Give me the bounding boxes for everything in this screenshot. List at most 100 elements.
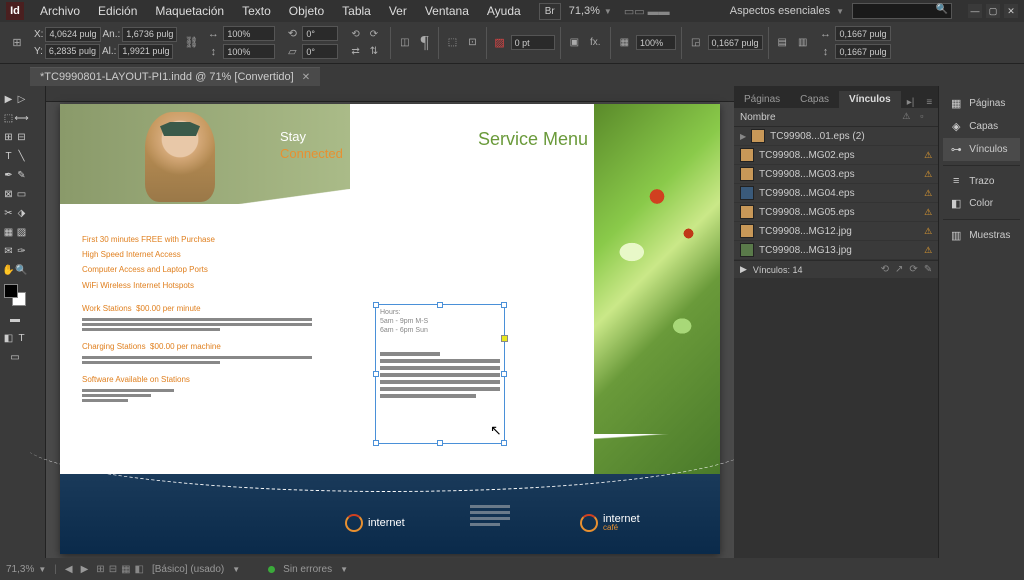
resize-handle[interactable] — [501, 302, 507, 308]
y-position-field[interactable]: 6,2835 pulg — [45, 44, 100, 59]
text-thread-anchor[interactable] — [501, 335, 508, 342]
bridge-button[interactable]: Br — [539, 3, 561, 20]
service-menu-title[interactable]: Service Menu — [478, 129, 588, 150]
gap-w-field[interactable]: 0,1667 pulg — [835, 26, 890, 41]
panel-menu-button[interactable]: ≡ — [920, 97, 938, 108]
close-icon[interactable]: ✕ — [302, 72, 310, 83]
horizontal-ruler[interactable] — [46, 86, 734, 102]
shear-field[interactable]: 0° — [302, 44, 338, 59]
align-button[interactable]: ▤ — [774, 35, 791, 50]
format-text-button[interactable]: T — [15, 329, 28, 348]
expand-icon[interactable]: ▶ — [740, 264, 747, 275]
arrange-button[interactable]: ▣ — [566, 35, 583, 50]
rail-color[interactable]: ◧Color — [943, 192, 1020, 215]
link-item[interactable]: TC99908...MG02.eps⚠ — [734, 146, 938, 165]
link-item[interactable]: TC99908...MG13.jpg⚠ — [734, 241, 938, 260]
rotate-cw-button[interactable]: ⟳ — [366, 27, 382, 42]
line-tool[interactable]: ╲ — [15, 147, 28, 166]
tab-capas[interactable]: Capas — [790, 91, 839, 108]
reference-point-icon[interactable]: ⊞ — [9, 35, 25, 51]
salad-photo[interactable] — [594, 104, 720, 474]
menu-ayuda[interactable]: Ayuda — [479, 2, 529, 20]
logo-internet-left[interactable]: internet — [345, 514, 405, 532]
height-field[interactable]: 1,9921 pulg — [118, 44, 173, 59]
apply-color-button[interactable]: ▬ — [2, 310, 28, 329]
effects-button[interactable]: fx. — [586, 35, 605, 50]
flip-v-button[interactable]: ⇅ — [366, 44, 382, 59]
paragraph-icon[interactable]: ¶ — [417, 30, 433, 55]
document-page[interactable]: StayConnected First 30 minutes FREE with… — [60, 104, 720, 554]
scissors-tool[interactable]: ✂ — [2, 204, 15, 223]
search-input[interactable]: 🔍 — [852, 3, 952, 19]
x-position-field[interactable]: 4,0624 pulg — [45, 27, 100, 42]
link-item[interactable]: TC99908...MG04.eps⚠ — [734, 184, 938, 203]
stroke-none-icon[interactable]: ▨ — [492, 35, 508, 51]
selection-tool[interactable]: ▶ — [2, 90, 15, 109]
page-nav-prev[interactable]: ◀ — [65, 564, 73, 575]
menu-edicion[interactable]: Edición — [90, 2, 145, 20]
select-content-button[interactable]: ⊡ — [464, 35, 480, 50]
resize-handle[interactable] — [437, 302, 443, 308]
maximize-button[interactable]: ▢ — [986, 4, 1000, 18]
resize-handle[interactable] — [437, 440, 443, 446]
status-zoom[interactable]: 71,3%▼ — [6, 564, 46, 575]
resize-handle[interactable] — [373, 440, 379, 446]
gradient-swatch-tool[interactable]: ▦ — [2, 223, 15, 242]
rotation-field[interactable]: 0° — [302, 26, 338, 41]
preflight-profile[interactable]: [Básico] (usado) — [152, 564, 224, 575]
link-item[interactable]: TC99908...MG12.jpg⚠ — [734, 222, 938, 241]
stroke-weight-field[interactable]: 0 pt — [511, 35, 555, 50]
edit-original-button[interactable]: ✎ — [924, 264, 932, 275]
constrain-icon[interactable]: ⛓ — [183, 35, 199, 51]
chevron-down-icon[interactable]: ▼ — [604, 7, 612, 16]
expand-icon[interactable]: ▶ — [740, 132, 746, 141]
resize-handle[interactable] — [501, 371, 507, 377]
fill-stroke-swatch[interactable] — [4, 284, 26, 306]
footer-menu-bars[interactable] — [470, 502, 510, 529]
rectangle-tool[interactable]: ▭ — [15, 185, 28, 204]
goto-link-button[interactable]: ↗ — [895, 264, 903, 275]
link-item[interactable]: ▶TC99908...01.eps (2) — [734, 127, 938, 146]
resize-handle[interactable] — [501, 440, 507, 446]
page-tool[interactable]: ⬚ — [2, 109, 15, 128]
zoom-level[interactable]: 71,3% — [569, 5, 600, 17]
menu-tabla[interactable]: Tabla — [334, 2, 379, 20]
links-list[interactable]: ▶TC99908...01.eps (2) TC99908...MG02.eps… — [734, 127, 938, 260]
rail-paginas[interactable]: ▦Páginas — [943, 92, 1020, 115]
rectangle-frame-tool[interactable]: ⊠ — [2, 185, 15, 204]
menu-ver[interactable]: Ver — [381, 2, 415, 20]
minimize-button[interactable]: — — [968, 4, 982, 18]
note-tool[interactable]: ✉ — [2, 242, 15, 261]
format-container-button[interactable]: ◧ — [2, 329, 15, 348]
gap-tool[interactable]: ⟷ — [15, 109, 28, 128]
menu-maquetacion[interactable]: Maquetación — [147, 2, 232, 20]
content-fit-button[interactable]: ◫ — [396, 35, 413, 50]
column-header-name[interactable]: Nombre — [740, 112, 776, 123]
type-tool[interactable]: T — [2, 147, 15, 166]
canvas[interactable]: StayConnected First 30 minutes FREE with… — [30, 86, 734, 558]
pencil-tool[interactable]: ✎ — [15, 166, 28, 185]
rail-vinculos[interactable]: ⊶Vínculos — [943, 138, 1020, 161]
corner-options-button[interactable]: ◲ — [687, 35, 704, 50]
corner-w-field[interactable]: 0,1667 pulg — [708, 35, 763, 50]
text-wrap-button[interactable]: ▦ — [616, 35, 633, 50]
gradient-feather-tool[interactable]: ▨ — [15, 223, 28, 242]
rail-capas[interactable]: ◈Capas — [943, 115, 1020, 138]
tab-vinculos[interactable]: Vínculos — [839, 91, 901, 108]
width-field[interactable]: 1,6736 pulg — [122, 27, 177, 42]
link-item[interactable]: TC99908...MG05.eps⚠ — [734, 203, 938, 222]
relink-button[interactable]: ⟲ — [881, 264, 889, 275]
content-placer-tool[interactable]: ⊟ — [15, 128, 28, 147]
hero-text[interactable]: StayConnected — [280, 129, 343, 163]
workspace-selector[interactable]: Aspectos esenciales▼ — [730, 5, 844, 17]
rotate-ccw-button[interactable]: ⟲ — [347, 27, 363, 42]
free-transform-tool[interactable]: ⬗ — [15, 204, 28, 223]
view-mode-button[interactable]: ▭ — [2, 348, 28, 367]
app-logo[interactable]: Id — [6, 2, 24, 20]
scale-y-field[interactable]: 100% — [223, 44, 275, 59]
pen-tool[interactable]: ✒ — [2, 166, 15, 185]
view-mode-icons[interactable]: ▭▭ ▬▬ — [624, 5, 670, 18]
opacity-field[interactable]: 100% — [636, 35, 676, 50]
select-container-button[interactable]: ⬚ — [444, 35, 461, 50]
vertical-ruler[interactable] — [30, 86, 46, 558]
